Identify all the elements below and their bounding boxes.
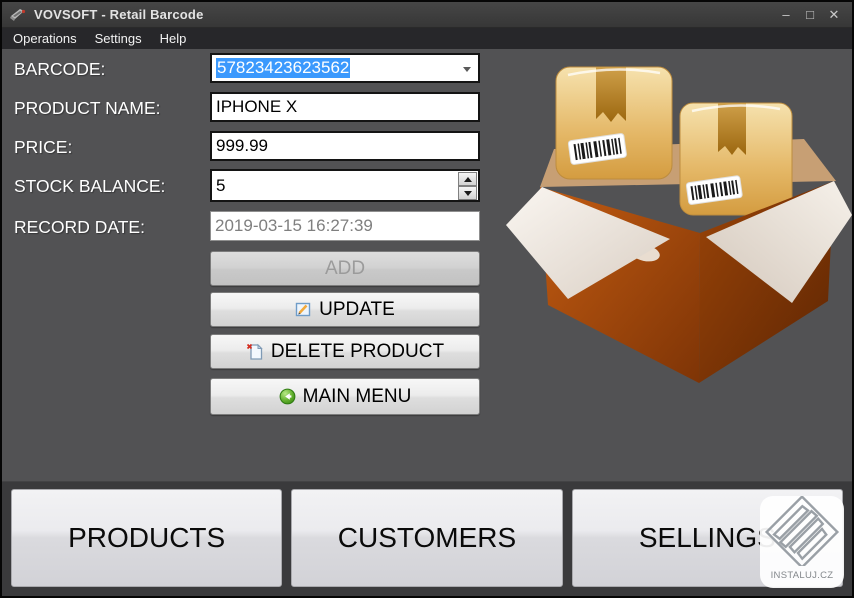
delete-product-button[interactable]: DELETE PRODUCT (210, 334, 480, 369)
instaluj-logo-icon (760, 496, 844, 566)
record-date-label: RECORD DATE: (14, 217, 145, 238)
parcel-small (680, 103, 792, 215)
barcode-label: BARCODE: (14, 59, 105, 80)
menu-settings[interactable]: Settings (86, 28, 151, 49)
maximize-button[interactable]: □ (800, 2, 820, 27)
update-button[interactable]: UPDATE (210, 292, 480, 327)
stock-spin-down-button[interactable] (458, 186, 477, 200)
box-illustration (504, 57, 852, 389)
product-name-input[interactable] (210, 92, 480, 122)
main-menu-button[interactable]: MAIN MENU (210, 378, 480, 415)
menu-help[interactable]: Help (151, 28, 196, 49)
title-bar: VOVSOFT - Retail Barcode – □ ✕ (2, 2, 852, 28)
menu-operations[interactable]: Operations (4, 28, 86, 49)
watermark-label: INSTALUJ.CZ (760, 570, 844, 581)
nav-customers-button[interactable]: CUSTOMERS (291, 489, 562, 587)
minimize-button[interactable]: – (776, 2, 796, 27)
product-name-label: PRODUCT NAME: (14, 98, 161, 119)
window-controls: – □ ✕ (776, 2, 844, 27)
record-date-input[interactable] (210, 211, 480, 241)
spinner-up-icon (464, 177, 472, 182)
instaluj-watermark: INSTALUJ.CZ (760, 496, 844, 588)
nav-products-label: PRODUCTS (68, 522, 225, 554)
barcode-selected-text: 57823423623562 (216, 58, 350, 78)
price-input[interactable] (210, 131, 480, 161)
delete-icon (246, 343, 264, 360)
barcode-combobox[interactable]: 57823423623562 (210, 53, 480, 83)
app-window: VOVSOFT - Retail Barcode – □ ✕ Operation… (0, 0, 854, 598)
main-menu-button-label: MAIN MENU (303, 386, 412, 408)
parcel-large (556, 67, 672, 179)
close-button[interactable]: ✕ (824, 2, 844, 27)
edit-icon (295, 301, 312, 318)
stock-balance-label: STOCK BALANCE: (14, 176, 165, 197)
nav-sellings-label: SELLINGS (639, 522, 776, 554)
spinner-down-icon (464, 191, 472, 196)
add-button-label: ADD (325, 258, 365, 280)
window-title: VOVSOFT - Retail Barcode (34, 7, 204, 22)
nav-customers-label: CUSTOMERS (338, 522, 516, 554)
menu-bar: Operations Settings Help (2, 28, 852, 49)
update-button-label: UPDATE (319, 299, 395, 321)
back-icon (279, 388, 296, 405)
main-area: BARCODE: 57823423623562 PRODUCT NAME: PR… (2, 49, 852, 481)
app-icon (10, 7, 27, 22)
add-button: ADD (210, 251, 480, 286)
stock-input[interactable] (210, 169, 480, 202)
dropdown-arrow-icon[interactable] (463, 67, 471, 72)
price-label: PRICE: (14, 137, 72, 158)
stock-spin-up-button[interactable] (458, 172, 477, 186)
bottom-bar: PRODUCTS CUSTOMERS SELLINGS INSTALUJ.CZ (2, 481, 852, 596)
delete-product-button-label: DELETE PRODUCT (271, 341, 444, 363)
nav-products-button[interactable]: PRODUCTS (11, 489, 282, 587)
